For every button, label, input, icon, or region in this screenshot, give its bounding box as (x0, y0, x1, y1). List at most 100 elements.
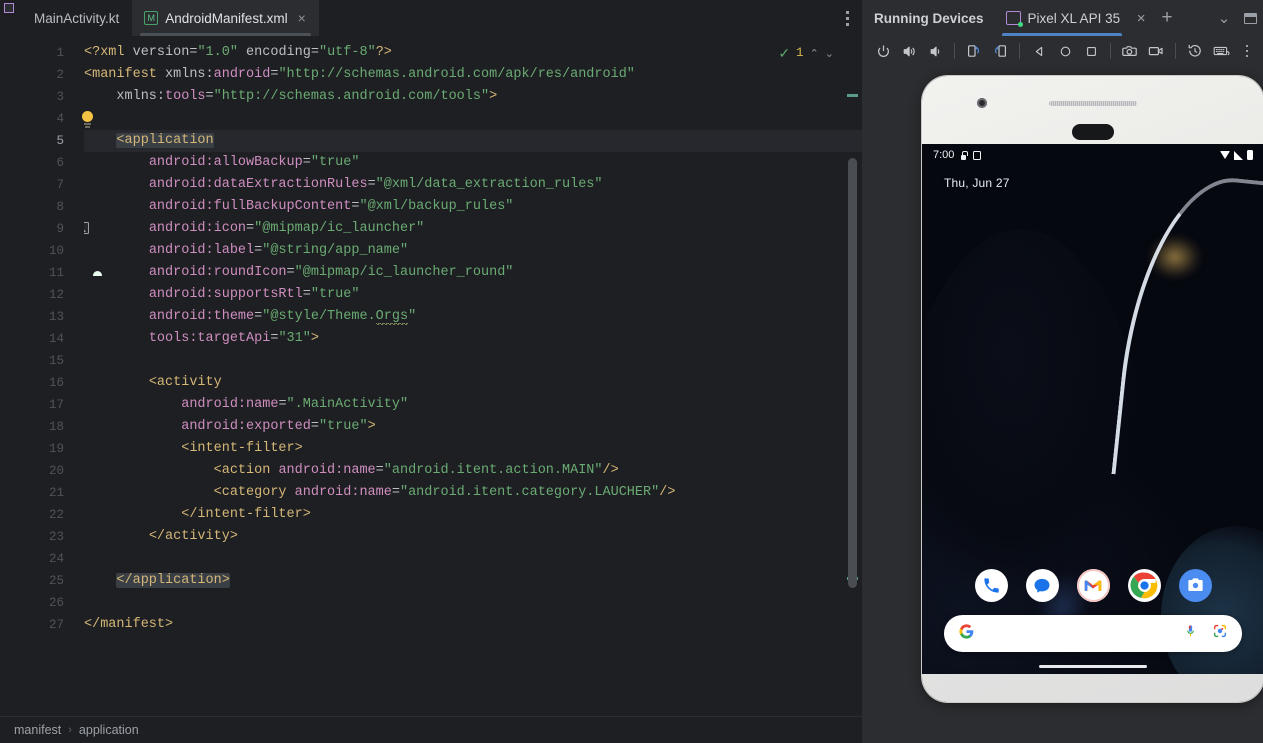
collapse-panel-icon[interactable]: ⌄ (1211, 0, 1237, 36)
code-line[interactable] (84, 548, 862, 570)
code-line[interactable]: android:theme="@style/Theme.Orgs" (84, 306, 862, 328)
emulator-toolbar (862, 36, 1263, 66)
next-problem-icon[interactable]: ⌄ (825, 47, 834, 60)
line-number: 8 (56, 200, 64, 214)
code-line[interactable]: <application (84, 130, 862, 152)
volume-up-icon[interactable] (896, 38, 922, 64)
front-camera-icon (977, 98, 987, 108)
header-spacer (1180, 0, 1211, 36)
tab-close-icon[interactable]: × (298, 11, 306, 25)
inspection-widget[interactable]: ✓ 1 ⌃ ⌄ (778, 46, 834, 60)
code-line[interactable]: </activity> (84, 526, 862, 548)
device-screen[interactable]: 7:00 Thu, Jun 27 (922, 144, 1263, 674)
code-line[interactable]: </application> (84, 570, 862, 592)
code-line[interactable]: <?xml version="1.0" encoding="utf-8"?> (84, 42, 862, 64)
code-line[interactable]: android:fullBackupContent="@xml/backup_r… (84, 196, 862, 218)
code-line[interactable]: android:roundIcon="@mipmap/ic_launcher_r… (84, 262, 862, 284)
kebab-icon[interactable] (1234, 38, 1260, 64)
code-line[interactable]: android:label="@string/app_name" (84, 240, 862, 262)
panel-title: Running Devices (874, 10, 984, 26)
code-line[interactable]: <category android:name="android.itent.ca… (84, 482, 862, 504)
code-content[interactable]: <?xml version="1.0" encoding="utf-8"?> <m… (84, 36, 862, 716)
overview-square-icon[interactable] (1078, 38, 1104, 64)
code-line[interactable]: android:name=".MainActivity" (84, 394, 862, 416)
add-device-icon[interactable]: + (1154, 0, 1180, 36)
video-camera-icon[interactable] (1143, 38, 1169, 64)
line-number: 20 (48, 464, 64, 478)
code-line[interactable]: android:exported="true"> (84, 416, 862, 438)
tabbar-spacer (319, 0, 832, 36)
line-number: 15 (48, 354, 64, 368)
line-number: 5 (56, 134, 64, 148)
line-number: 6 (56, 156, 64, 170)
line-number: 11 (0, 262, 72, 284)
editor-scrollbar[interactable] (847, 80, 858, 690)
sensor-pill (1072, 124, 1114, 140)
line-number: 26 (48, 596, 64, 610)
code-line[interactable]: <activity (84, 372, 862, 394)
microphone-icon[interactable] (1183, 623, 1198, 644)
tab-androidmanifest-xml[interactable]: M AndroidManifest.xml × (132, 0, 319, 36)
rotate-left-icon[interactable] (961, 38, 987, 64)
code-line[interactable] (84, 592, 862, 614)
status-bar: 7:00 (922, 144, 1263, 166)
editor-body: 1 2 3 4 5 6 7 8 9 10 11 12 13 14 15 16 17 18 19 20 21 22 23 24 2… (0, 36, 862, 716)
line-number: 16 (48, 376, 64, 390)
code-line[interactable] (84, 350, 862, 372)
history-icon[interactable] (1182, 38, 1208, 64)
code-line[interactable]: <manifest xmlns:android="http://schemas.… (84, 64, 862, 86)
code-line[interactable]: android:allowBackup="true" (84, 152, 862, 174)
editor-options-kebab-icon[interactable] (832, 0, 862, 36)
home-gesture-bar[interactable] (1039, 664, 1147, 668)
code-line[interactable]: <intent-filter> (84, 438, 862, 460)
power-icon[interactable] (870, 38, 896, 64)
code-folding-strip[interactable] (72, 36, 84, 716)
warning-count: 1 (796, 46, 804, 60)
code-line[interactable]: </manifest> (84, 614, 862, 636)
breadcrumb-item-application[interactable]: application (79, 723, 139, 737)
gmail-app-icon[interactable] (1076, 569, 1110, 602)
code-line[interactable]: <action android:name="android.itent.acti… (84, 460, 862, 482)
code-line[interactable]: android:supportsRtl="true" (84, 284, 862, 306)
kotlin-file-icon (12, 11, 27, 26)
wifi-icon (1220, 151, 1230, 159)
code-line[interactable] (84, 108, 862, 130)
camera-app-icon[interactable] (1178, 569, 1212, 602)
scrollbar-thumb[interactable] (848, 158, 857, 588)
code-line[interactable]: tools:targetApi="31"> (84, 328, 862, 350)
phone-app-icon[interactable] (974, 569, 1008, 602)
android-studio-window: MainActivity.kt M AndroidManifest.xml × … (0, 0, 1263, 743)
square-icon (973, 150, 982, 160)
back-triangle-icon[interactable] (1026, 38, 1052, 64)
tab-mainactivity-kt[interactable]: MainActivity.kt (0, 0, 132, 36)
signal-icon (1234, 150, 1243, 160)
google-lens-icon[interactable] (1212, 623, 1228, 644)
code-line[interactable]: android:icon="@mipmap/ic_launcher" (84, 218, 862, 240)
device-tab-close-icon[interactable]: × (1128, 0, 1154, 36)
code-line[interactable]: </intent-filter> (84, 504, 862, 526)
google-search-bar[interactable] (944, 615, 1242, 652)
lightbulb-icon[interactable] (81, 111, 94, 128)
messages-app-icon[interactable] (1025, 569, 1059, 602)
app-dock (922, 569, 1263, 602)
prev-problem-icon[interactable]: ⌃ (810, 47, 819, 60)
breadcrumb-item-manifest[interactable]: manifest (14, 723, 61, 737)
code-line[interactable]: android:dataExtractionRules="@xml/data_e… (84, 174, 862, 196)
camera-icon[interactable] (1117, 38, 1143, 64)
xml-file-icon: M (144, 11, 159, 25)
home-circle-icon[interactable] (1052, 38, 1078, 64)
emulator-device[interactable]: 7:00 Thu, Jun 27 (922, 76, 1263, 702)
volume-down-icon[interactable] (922, 38, 948, 64)
breadcrumb[interactable]: manifest › application (0, 716, 862, 743)
lock-icon (960, 150, 968, 160)
chrome-app-icon[interactable] (1127, 569, 1161, 602)
line-number: 14 (48, 332, 64, 346)
code-line[interactable]: xmlns:tools="http://schemas.android.com/… (84, 86, 862, 108)
line-number-gutter[interactable]: 1 2 3 4 5 6 7 8 9 10 11 12 13 14 15 16 17 18 19 20 21 22 23 24 2… (0, 36, 89, 716)
toolbar-divider (1110, 43, 1111, 59)
minimize-window-icon[interactable] (1237, 0, 1263, 36)
line-number: 9 (0, 218, 89, 240)
rotate-right-icon[interactable] (987, 38, 1013, 64)
keyboard-icon[interactable] (1208, 38, 1234, 64)
device-tab-pixel-xl-api-35[interactable]: Pixel XL API 35 (996, 0, 1129, 36)
